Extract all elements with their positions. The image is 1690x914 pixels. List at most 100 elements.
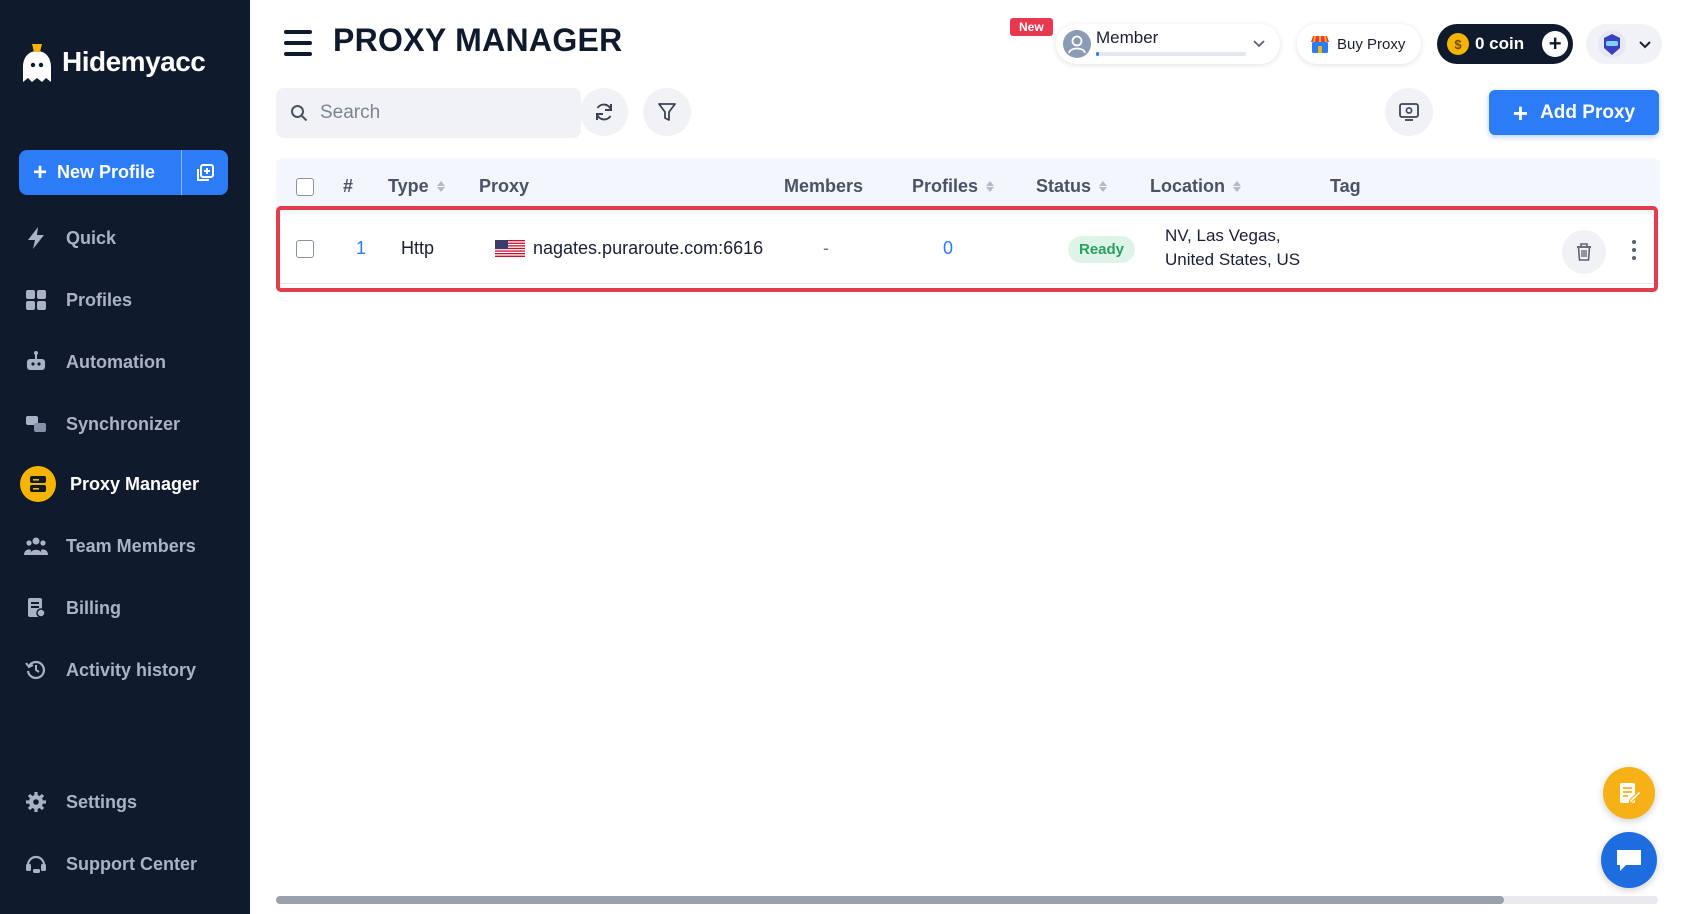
- column-header-type[interactable]: Type: [388, 176, 445, 197]
- bulk-create-button[interactable]: [182, 150, 228, 195]
- column-header-profiles[interactable]: Profiles: [912, 176, 995, 197]
- history-icon: [20, 654, 52, 686]
- select-all-checkbox[interactable]: [296, 178, 314, 196]
- coin-balance[interactable]: $ 0 coin +: [1437, 24, 1573, 64]
- sidebar-item-billing[interactable]: Billing: [20, 590, 121, 626]
- ghost-logo-icon: [20, 42, 54, 82]
- table-row[interactable]: 1 Http nagates.puraroute.com:6616 - 0 Re…: [276, 214, 1660, 284]
- plus-icon: +: [33, 158, 48, 186]
- sidebar-item-settings[interactable]: Settings: [20, 784, 137, 820]
- sidebar-item-proxy-manager[interactable]: Proxy Manager: [20, 466, 199, 502]
- coin-label: 0 coin: [1475, 34, 1525, 53]
- search-icon: [291, 105, 308, 122]
- sidebar-item-synchronizer[interactable]: Synchronizer: [20, 406, 180, 442]
- search-input[interactable]: [320, 102, 550, 124]
- dot: [1632, 248, 1636, 252]
- refresh-icon: [596, 103, 612, 121]
- sidebar-item-label: Team Members: [66, 535, 196, 556]
- robot-icon: [20, 346, 52, 378]
- chat-button[interactable]: [1601, 832, 1657, 888]
- hamburger-line: [284, 52, 312, 56]
- filter-button[interactable]: [643, 88, 691, 136]
- row-profiles-count[interactable]: 0: [943, 238, 953, 259]
- sort-icon: [436, 181, 445, 192]
- more-options-button[interactable]: [1631, 240, 1637, 260]
- column-header-status[interactable]: Status: [1036, 176, 1108, 197]
- row-type: Http: [401, 238, 435, 258]
- column-header-tag: Tag: [1330, 176, 1361, 196]
- column-header-proxy: Proxy: [479, 176, 530, 196]
- horizontal-scrollbar[interactable]: [276, 896, 1658, 904]
- trash-icon: [1577, 243, 1591, 261]
- sort-icon: [1233, 181, 1241, 192]
- gear-icon: [20, 786, 52, 818]
- new-profile-button-group: + New Profile: [19, 150, 228, 195]
- add-proxy-button[interactable]: + Add Proxy: [1489, 90, 1659, 135]
- sidebar-item-support-center[interactable]: Support Center: [20, 846, 197, 882]
- chevron-down-icon: [1253, 40, 1265, 48]
- sidebar-item-label: Support Center: [66, 853, 198, 874]
- brand-logo[interactable]: Hidemyacc: [20, 42, 206, 82]
- hamburger-line: [284, 30, 312, 34]
- member-label: Member: [1096, 28, 1159, 47]
- plus-icon: +: [1512, 97, 1529, 128]
- hamburger-line: [284, 41, 312, 45]
- sidebar-item-activity-history[interactable]: Activity history: [20, 652, 196, 688]
- buy-proxy-label: Buy Proxy: [1337, 35, 1406, 53]
- scrollbar-thumb[interactable]: [276, 896, 1504, 904]
- store-icon: [1311, 35, 1329, 53]
- account-menu[interactable]: [1586, 24, 1662, 64]
- bolt-icon: [20, 222, 52, 254]
- server-icon: [20, 466, 56, 502]
- team-icon: [20, 530, 52, 562]
- avatar-icon: [1598, 30, 1626, 58]
- sidebar-item-quick[interactable]: Quick: [20, 220, 116, 256]
- new-badge: New: [1010, 18, 1053, 36]
- sort-icon: [1099, 181, 1108, 192]
- sidebar-item-label: Synchronizer: [66, 413, 181, 434]
- member-dropdown[interactable]: Member: [1056, 24, 1280, 64]
- monitor-settings-icon: [1399, 103, 1419, 121]
- notes-button[interactable]: [1603, 767, 1655, 819]
- sidebar-item-profiles[interactable]: Profiles: [20, 282, 132, 318]
- sidebar-item-label: Automation: [66, 351, 166, 372]
- us-flag-icon: [495, 240, 525, 257]
- checkbox: [296, 240, 314, 258]
- dot: [1632, 240, 1636, 244]
- refresh-button[interactable]: [580, 88, 628, 136]
- new-profile-button[interactable]: + New Profile: [19, 150, 181, 195]
- sidebar-item-label: Settings: [66, 791, 138, 812]
- sidebar-item-team-members[interactable]: Team Members: [20, 528, 196, 564]
- buy-proxy-button[interactable]: Buy Proxy: [1297, 24, 1421, 64]
- row-members: -: [823, 238, 829, 258]
- menu-toggle-button[interactable]: [284, 30, 312, 56]
- sidebar-item-label: Quick: [66, 227, 117, 248]
- grid-icon: [20, 284, 52, 316]
- row-checkbox[interactable]: [296, 240, 314, 258]
- delete-button[interactable]: [1562, 230, 1606, 274]
- row-proxy[interactable]: nagates.puraroute.com:6616: [495, 238, 763, 259]
- add-proxy-label: Add Proxy: [1540, 101, 1636, 123]
- table-header: # Type Proxy Members Profiles Status Loc…: [276, 158, 1660, 214]
- sidebar-item-label: Profiles: [66, 289, 133, 310]
- copy-add-icon: [197, 163, 214, 181]
- column-header-members: Members: [784, 176, 864, 196]
- proxy-address: nagates.puraroute.com:6616: [533, 238, 764, 258]
- sidebar-item-label: Activity history: [66, 659, 197, 680]
- search-box: [276, 88, 581, 138]
- column-header-location[interactable]: Location: [1150, 176, 1241, 197]
- support-icon: [20, 848, 52, 880]
- new-profile-label: New Profile: [57, 162, 156, 182]
- add-coin-button[interactable]: +: [1542, 31, 1569, 57]
- sort-icon: [986, 181, 995, 192]
- chat-icon: [1617, 850, 1641, 871]
- checkbox: [296, 178, 314, 196]
- location-line-1: NV, Las Vegas,: [1165, 226, 1281, 245]
- row-index: 1: [356, 238, 367, 258]
- screen-settings-button[interactable]: [1385, 88, 1433, 136]
- status-badge: Ready: [1068, 236, 1136, 263]
- sidebar-item-automation[interactable]: Automation: [20, 344, 166, 380]
- billing-icon: [20, 592, 52, 624]
- note-edit-icon: [1620, 783, 1642, 804]
- sidebar: Hidemyacc + New Profile Quick Profiles A…: [0, 0, 250, 914]
